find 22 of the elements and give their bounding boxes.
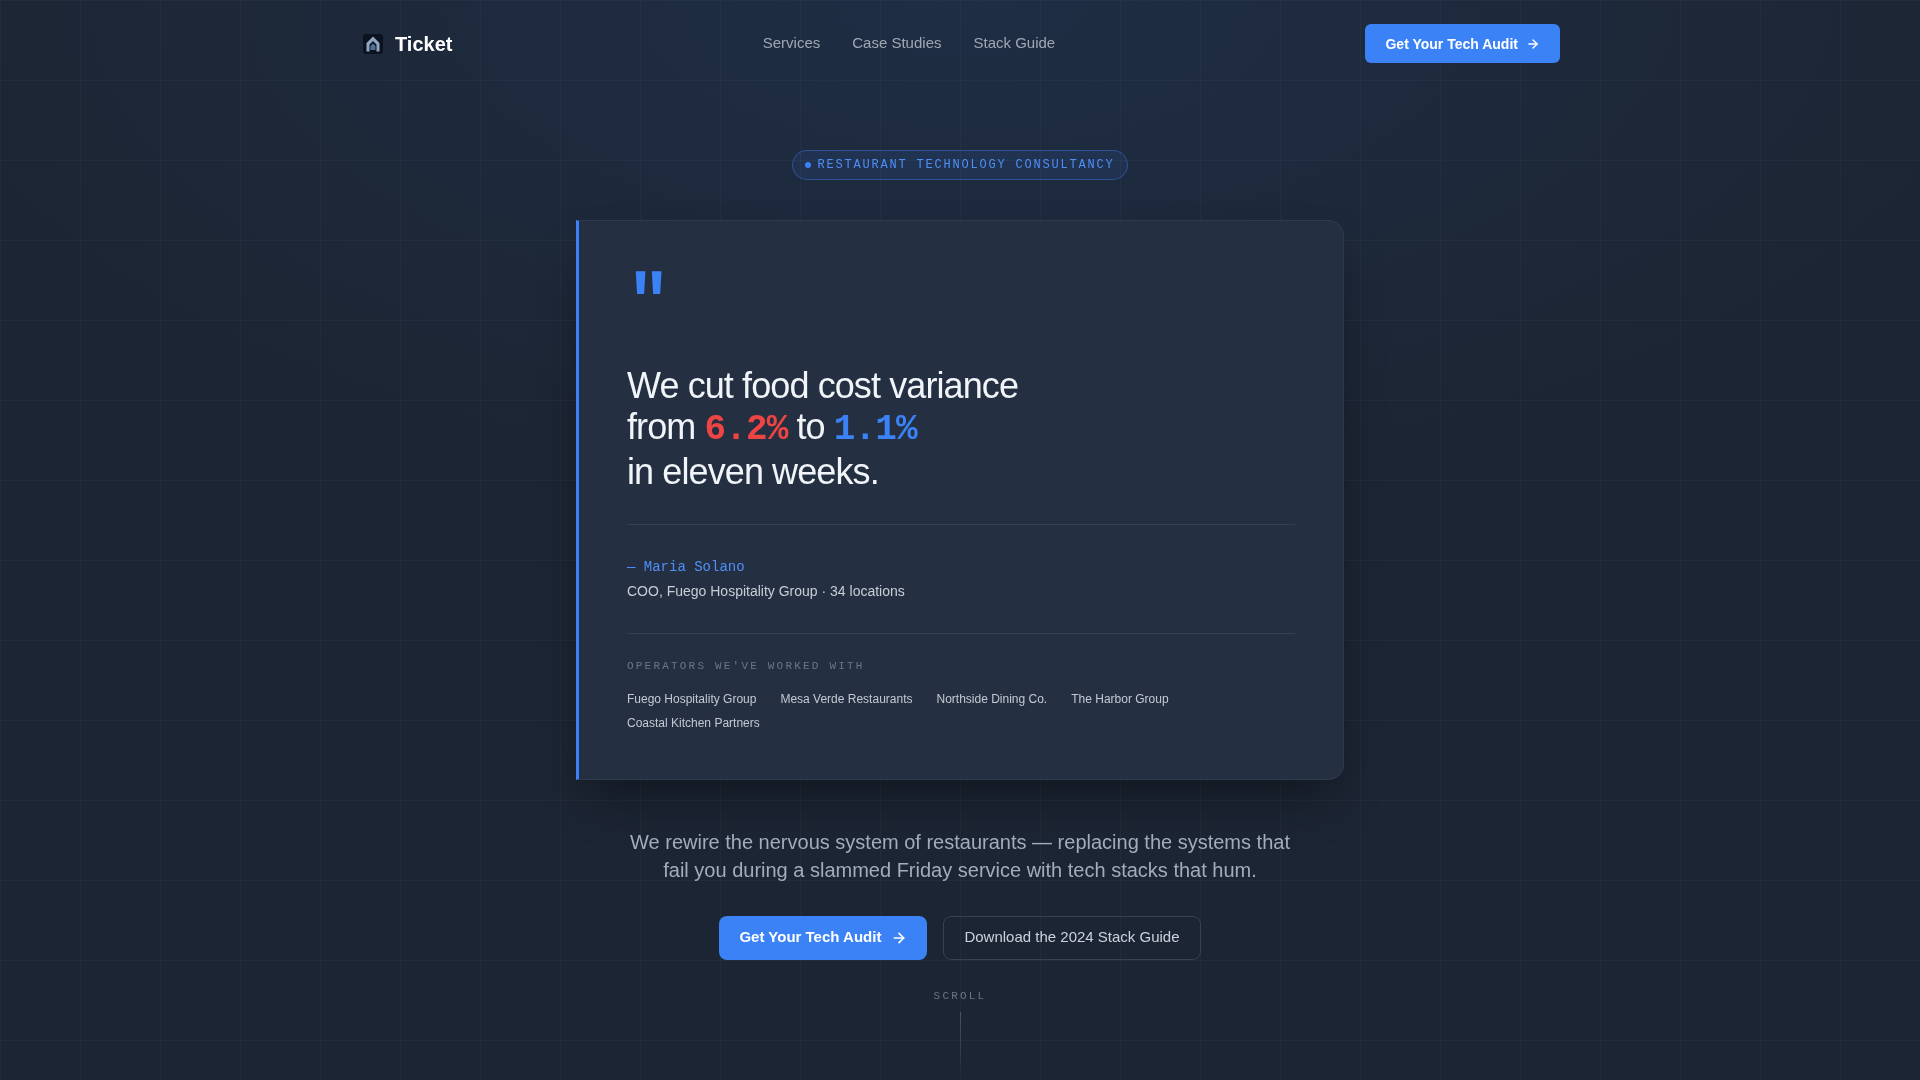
- operator-name: Coastal Kitchen Partners: [627, 714, 760, 731]
- quote-headline: We cut food cost variance from 6.2% to 1.1% in eleven weeks.: [627, 365, 1019, 493]
- section-label: OPERATORS WE'VE WORKED WITH: [627, 659, 865, 675]
- cta-button[interactable]: Get Your Tech Audit: [719, 915, 928, 960]
- nav-link[interactable]: Case Studies: [852, 32, 942, 55]
- operator-name: Mesa Verde Restaurants: [780, 690, 913, 707]
- logo-text[interactable]: Ticket: [395, 29, 453, 58]
- badge-text: RESTAURANT TECHNOLOGY CONSULTANCY: [817, 157, 1115, 173]
- operator-name: Fuego Hospitality Group: [627, 690, 757, 707]
- intro-paragraph: We rewire the nervous system of restaurants — replacing the systems that fail you during a slammed Friday service with tech stacks that hum.: [629, 829, 1291, 883]
- outline-button[interactable]: Download the 2024 Stack Guide: [943, 915, 1201, 960]
- nav-link[interactable]: Stack Guide: [973, 32, 1056, 55]
- scroll-label: SCROLL: [933, 988, 987, 1004]
- quote-mark: ": [627, 269, 671, 341]
- arrow-right-icon: [1526, 36, 1540, 51]
- author-name: — Maria Solano: [627, 558, 745, 578]
- operator-name: Northside Dining Co.: [936, 690, 1048, 707]
- author-title: COO, Fuego Hospitality Group · 34 locations: [627, 582, 905, 602]
- header-cta-button[interactable]: Get Your Tech Audit: [1365, 24, 1560, 63]
- logo-icon: [363, 33, 383, 54]
- nav-link[interactable]: Services: [762, 32, 821, 55]
- operator-name: The Harbor Group: [1071, 690, 1169, 707]
